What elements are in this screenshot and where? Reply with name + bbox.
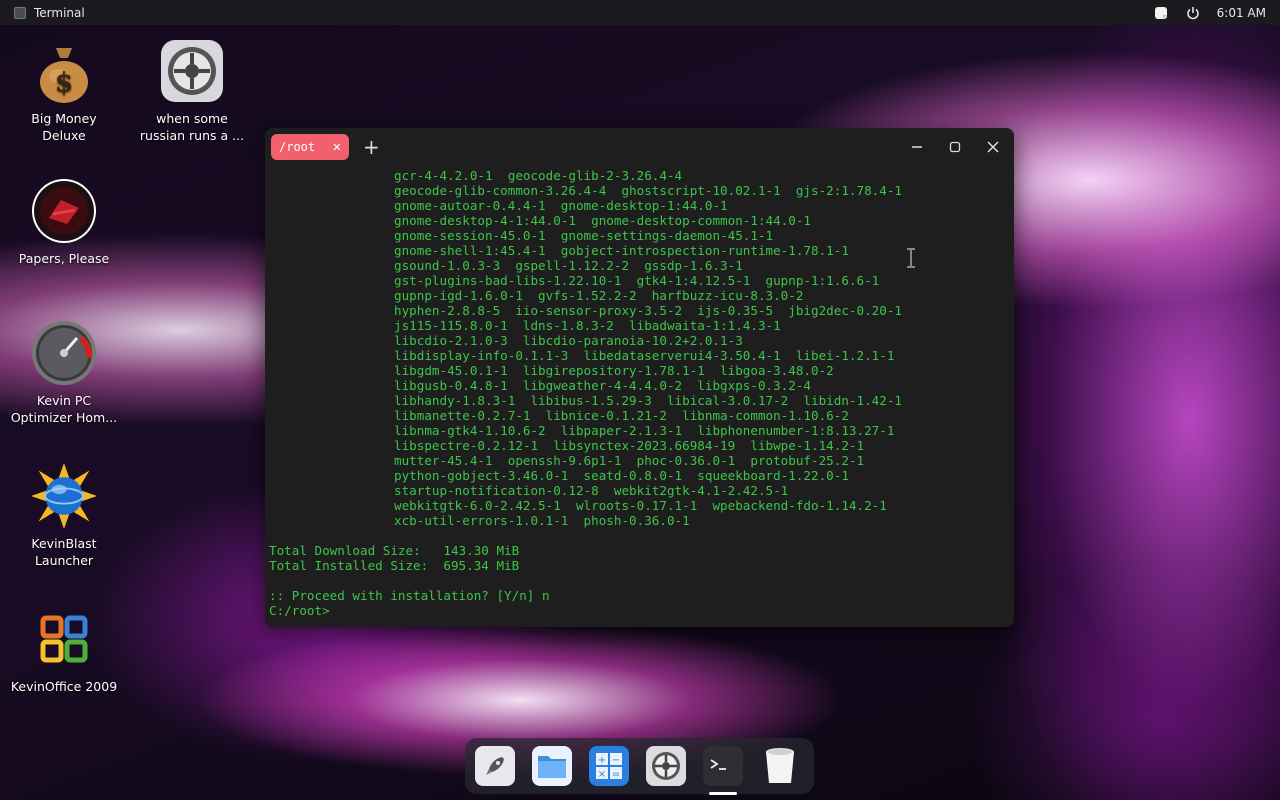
- svg-text:−: −: [612, 755, 620, 766]
- package-line: startup-notification-0.12-8 webkit2gtk-4…: [394, 483, 789, 498]
- close-icon[interactable]: [982, 136, 1004, 158]
- tab-label: /root: [279, 140, 316, 154]
- new-tab-plus-icon[interactable]: +: [363, 135, 380, 159]
- blast-globe-icon: [31, 463, 97, 529]
- package-line: libcdio-2.1.0-3 libcdio-paranoia-10.2+2.…: [394, 333, 743, 348]
- desktop-icon-label: Papers, Please: [18, 251, 110, 266]
- calculator-icon[interactable]: + − × =: [589, 746, 629, 786]
- terminal-titlebar[interactable]: /root ✕ +: [265, 128, 1014, 166]
- package-line: libnma-gtk4-1.10.6-2 libpaper-2.1.3-1 li…: [394, 423, 895, 438]
- package-line: mutter-45.4-1 openssh-9.6p1-1 phoc-0.36.…: [394, 453, 865, 468]
- active-app-title: Terminal: [34, 5, 85, 20]
- settings-icon[interactable]: [646, 746, 686, 786]
- power-icon[interactable]: [1185, 5, 1201, 21]
- top-bar: Terminal 6:01 AM: [0, 0, 1280, 25]
- tab-close-icon[interactable]: ✕: [333, 139, 341, 155]
- package-line: gst-plugins-bad-libs-1.22.10-1 gtk4-1:4.…: [394, 273, 880, 288]
- desktop-icon-label: russian runs a ...: [139, 128, 245, 143]
- desktop-icon-label: KevinOffice 2009: [10, 679, 118, 694]
- running-indicator: [709, 792, 737, 795]
- desktop-icon-kevin-pc-optimizer[interactable]: Kevin PC Optimizer Hom...: [4, 320, 124, 426]
- desktop-icon-label: Launcher: [34, 553, 94, 568]
- svg-text:=: =: [612, 769, 620, 780]
- launcher-rocket-icon[interactable]: [475, 746, 515, 786]
- package-line: libgusb-0.4.8-1 libgweather-4-4.4.0-2 li…: [394, 378, 812, 393]
- terminal-output[interactable]: gcr-4-4.2.0-1 geocode-glib-2-3.26.4-4 geo…: [265, 166, 1014, 618]
- trash-icon[interactable]: [760, 746, 800, 786]
- text-cursor-icon: [905, 248, 917, 268]
- files-folder-icon[interactable]: [532, 746, 572, 786]
- settings-gear-icon: [159, 38, 225, 104]
- desktop-icon-kevinoffice-2009[interactable]: KevinOffice 2009: [4, 606, 124, 695]
- desktop-icon-label: Big Money: [31, 111, 97, 126]
- svg-text:$: $: [55, 68, 73, 98]
- package-line: libmanette-0.2.7-1 libnice-0.1.21-2 libn…: [394, 408, 849, 423]
- terminal-icon[interactable]: [703, 746, 743, 795]
- svg-text:×: ×: [598, 769, 606, 780]
- package-line: libspectre-0.2.12-1 libsynctex-2023.6698…: [394, 438, 865, 453]
- package-line: js115-115.8.0-1 ldns-1.8.3-2 libadwaita-…: [394, 318, 781, 333]
- desktop-icon-russian-runs[interactable]: when some russian runs a ...: [132, 38, 252, 144]
- installed-size-line: Total Installed Size: 695.34 MiB: [269, 558, 520, 573]
- package-line: gnome-desktop-4-1:44.0-1 gnome-desktop-c…: [394, 213, 812, 228]
- office-logo-icon: [31, 606, 97, 672]
- package-line: geocode-glib-common-3.26.4-4 ghostscript…: [394, 183, 902, 198]
- tab-root[interactable]: /root ✕: [271, 134, 349, 160]
- package-line: libhandy-1.8.3-1 libibus-1.5.29-3 libica…: [394, 393, 902, 408]
- maximize-icon[interactable]: [944, 136, 966, 158]
- desktop-icon-big-money-deluxe[interactable]: $ Big Money Deluxe: [4, 38, 124, 144]
- package-line: webkitgtk-6.0-2.42.5-1 wlroots-0.17.1-1 …: [394, 498, 887, 513]
- proceed-prompt-line: :: Proceed with installation? [Y/n] n: [269, 588, 550, 603]
- package-line: gcr-4-4.2.0-1 geocode-glib-2-3.26.4-4: [394, 168, 683, 183]
- money-bag-icon: $: [31, 38, 97, 104]
- download-size-line: Total Download Size: 143.30 MiB: [269, 543, 520, 558]
- desktop-icon-label: KevinBlast: [31, 536, 97, 551]
- package-line: gnome-autoar-0.4.4-1 gnome-desktop-1:44.…: [394, 198, 728, 213]
- desktop-icon-label: when some: [156, 111, 228, 126]
- shell-prompt[interactable]: C:/root>: [269, 603, 1010, 618]
- terminal-window[interactable]: /root ✕ + gcr-4-4.2.0-1 geocode-glib-2-3…: [265, 128, 1014, 627]
- package-line: gsound-1.0.3-3 gspell-1.12.2-2 gssdp-1.6…: [394, 258, 743, 273]
- package-line: python-gobject-3.46.0-1 seatd-0.8.0-1 sq…: [394, 468, 849, 483]
- terminal-app-icon: [14, 6, 26, 19]
- package-line: gupnp-igd-1.6.0-1 gvfs-1.52.2-2 harfbuzz…: [394, 288, 804, 303]
- package-line: libdisplay-info-0.1.1-3 libedataserverui…: [394, 348, 895, 363]
- package-line: hyphen-2.8.8-5 iio-sensor-proxy-3.5-2 ij…: [394, 303, 902, 318]
- svg-text:+: +: [598, 755, 606, 766]
- package-line: xcb-util-errors-1.0.1-1 phosh-0.36.0-1: [394, 513, 690, 528]
- speedometer-icon: [31, 320, 97, 386]
- package-line: libgdm-45.0.1-1 libgirepository-1.78.1-1…: [394, 363, 834, 378]
- desktop-icon-label: Deluxe: [42, 128, 86, 143]
- desktop-icon-label: Kevin PC: [36, 393, 92, 408]
- desktop-icon-kevinblast-launcher[interactable]: KevinBlast Launcher: [4, 463, 124, 569]
- minimize-icon[interactable]: [906, 136, 928, 158]
- notes-icon[interactable]: [1153, 5, 1169, 21]
- dock: + − × =: [465, 738, 814, 795]
- package-line: gnome-session-45.0-1 gnome-settings-daem…: [394, 228, 774, 243]
- desktop-icon-label: Optimizer Hom...: [10, 410, 118, 425]
- papers-please-icon: [31, 178, 97, 244]
- desktop-icon-papers-please[interactable]: Papers, Please: [4, 178, 124, 267]
- clock: 6:01 AM: [1216, 5, 1266, 20]
- package-line: gnome-shell-1:45.4-1 gobject-introspecti…: [394, 243, 849, 258]
